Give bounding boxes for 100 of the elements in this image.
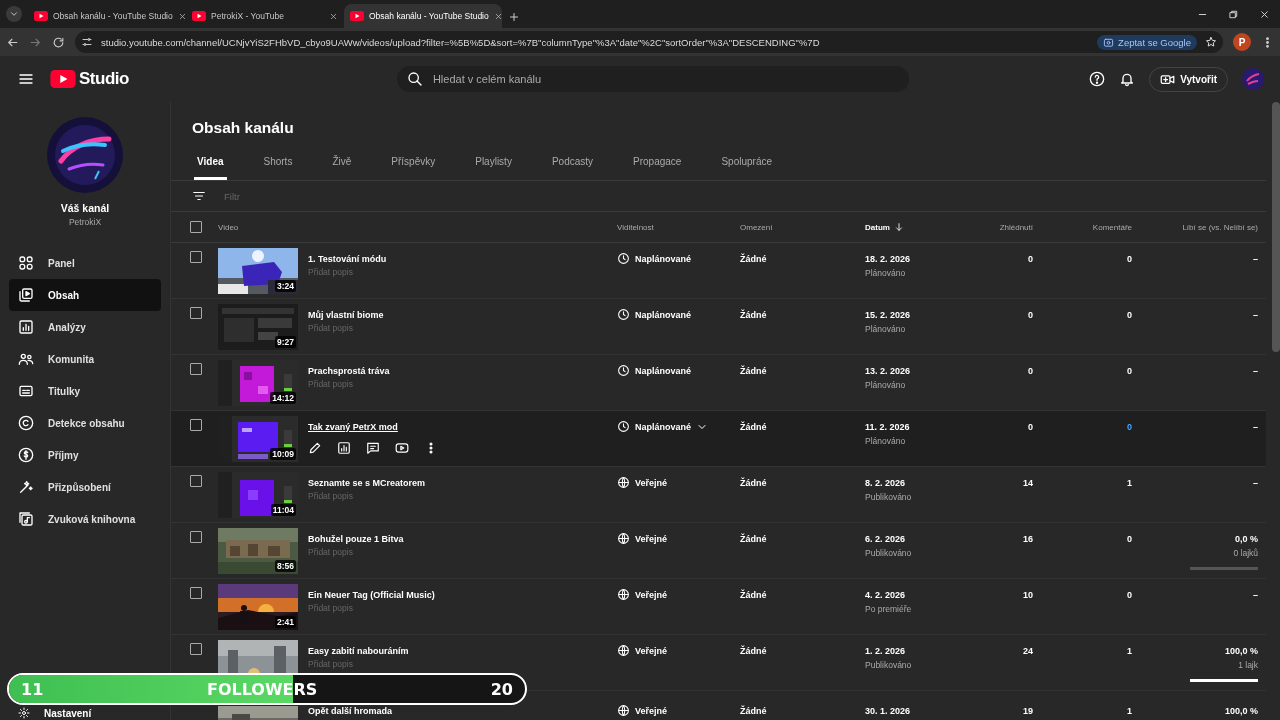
visibility-status[interactable]: Naplánované xyxy=(635,365,692,376)
view-count: 0 xyxy=(1028,365,1033,377)
checkbox[interactable] xyxy=(190,587,202,599)
checkbox[interactable] xyxy=(190,643,202,655)
video-date: 13. 2. 2026 xyxy=(865,366,911,376)
search-field[interactable]: Hledat v celém kanálu xyxy=(396,66,909,92)
visibility-status[interactable]: Veřejné xyxy=(635,477,668,488)
checkbox[interactable] xyxy=(190,531,202,543)
restriction-status: Žádné xyxy=(740,704,768,717)
content-tab[interactable]: Propagace xyxy=(630,146,685,180)
column-header[interactable]: Zhlédnutí xyxy=(999,222,1033,232)
ask-google-button[interactable]: Zeptat se Google xyxy=(1097,34,1197,50)
globe-icon xyxy=(617,532,630,545)
channel-title: Váš kanál xyxy=(60,202,110,214)
account-avatar[interactable] xyxy=(1242,68,1264,90)
video-title[interactable]: 1. Testování módu xyxy=(308,253,387,265)
column-header[interactable]: Líbí se (vs. Nelíbí se) xyxy=(1182,222,1258,232)
checkbox[interactable] xyxy=(190,363,202,375)
browser-tab[interactable]: PetrokiX - YouTube xyxy=(186,4,344,28)
notifications-icon[interactable] xyxy=(1119,71,1136,87)
youtube-logo-icon xyxy=(50,70,76,88)
visibility-status[interactable]: Naplánované xyxy=(635,421,692,432)
restriction-status: Žádné xyxy=(740,476,768,489)
content-tab[interactable]: Videa xyxy=(194,146,227,180)
content-tab[interactable]: Spolupráce xyxy=(718,146,775,180)
youtube-icon xyxy=(192,11,206,21)
like-ratio: – xyxy=(1253,421,1258,433)
video-title[interactable]: Prachsprostá tráva xyxy=(308,365,390,377)
checkbox[interactable] xyxy=(190,419,202,431)
analytics-icon[interactable] xyxy=(337,441,351,455)
video-title[interactable]: Opět další hromada xyxy=(308,705,393,717)
content-tab[interactable]: Živě xyxy=(329,146,355,180)
column-header[interactable]: Video xyxy=(218,222,617,232)
create-button[interactable]: Vytvořit xyxy=(1149,66,1228,92)
video-date: 4. 2. 2026 xyxy=(865,590,906,600)
video-duration: 10:09 xyxy=(270,448,296,460)
close-icon[interactable] xyxy=(493,11,503,21)
video-title[interactable]: Seznamte se s MCreatorem xyxy=(308,477,426,489)
tab-search-button[interactable] xyxy=(6,6,22,22)
close-icon[interactable] xyxy=(177,11,187,21)
column-header[interactable]: Datum xyxy=(865,222,975,232)
publish-status: Publikováno xyxy=(865,491,913,503)
video-title[interactable]: Easy zabití nabouráním xyxy=(308,645,409,657)
comment-icon[interactable] xyxy=(366,441,380,455)
like-count: 1 lajk xyxy=(1238,659,1258,671)
visibility-status[interactable]: Veřejné xyxy=(635,645,668,656)
new-tab-icon[interactable] xyxy=(508,11,520,23)
scrollbar-thumb[interactable] xyxy=(1272,102,1280,352)
restriction-status: Žádné xyxy=(740,252,768,265)
search-icon xyxy=(406,71,423,87)
visibility-status[interactable]: Veřejné xyxy=(635,533,668,544)
browser-tab[interactable]: Obsah kanálu - YouTube Studio xyxy=(344,4,502,28)
help-icon[interactable] xyxy=(1089,71,1106,87)
column-header[interactable]: Komentáře xyxy=(1092,222,1132,232)
column-header[interactable]: Omezení xyxy=(740,222,865,232)
video-date: 8. 2. 2026 xyxy=(865,478,906,488)
table-row[interactable]: 10:09 Tak zvaný PetrX mod Naplánované Žádné 11. 2. 2026 Plánováno 0 0 – xyxy=(171,411,1266,467)
video-title[interactable]: Bohužel pouze 1 Bitva xyxy=(308,533,404,545)
content-tab[interactable]: Podcasty xyxy=(548,146,597,180)
video-title[interactable]: Ein Neuer Tag (Official Music) xyxy=(308,589,435,601)
music-library-icon xyxy=(18,511,34,527)
dashboard-icon xyxy=(18,255,34,271)
view-count: 14 xyxy=(1023,477,1033,489)
menu-icon[interactable] xyxy=(18,71,34,87)
video-title[interactable]: Tak zvaný PetrX mod xyxy=(308,421,398,433)
filter-icon[interactable] xyxy=(192,189,206,203)
pencil-icon[interactable] xyxy=(308,441,322,455)
visibility-status[interactable]: Naplánované xyxy=(635,309,692,320)
checkbox[interactable] xyxy=(190,221,202,233)
sidebar-item[interactable]: Nastavení xyxy=(0,706,170,720)
publish-status: Plánováno xyxy=(865,323,907,335)
channel-avatar[interactable] xyxy=(47,117,123,193)
visibility-status[interactable]: Veřejné xyxy=(635,589,668,600)
comment-count[interactable]: 0 xyxy=(1127,411,1132,433)
clock-icon xyxy=(617,364,630,377)
view-count: 16 xyxy=(1023,533,1033,545)
checkbox[interactable] xyxy=(190,251,202,263)
browser-tab[interactable]: Obsah kanálu - YouTube Studio xyxy=(28,4,186,28)
visibility-status[interactable]: Veřejné xyxy=(635,705,668,716)
checkbox[interactable] xyxy=(190,475,202,487)
visibility-status[interactable]: Naplánované xyxy=(635,253,692,264)
content-tab[interactable]: Shorts xyxy=(260,146,296,180)
sidebar-item[interactable]: Obsah xyxy=(9,279,161,311)
reload-icon[interactable] xyxy=(52,35,65,49)
profile-avatar[interactable]: P xyxy=(1233,33,1251,51)
comment-count: 0 xyxy=(1127,365,1132,377)
bookmark-star-icon[interactable] xyxy=(1205,36,1217,48)
content-tab[interactable]: Playlisty xyxy=(472,146,515,180)
checkbox[interactable] xyxy=(190,307,202,319)
like-ratio: 100,0 % xyxy=(1224,645,1258,657)
restriction-status: Žádné xyxy=(740,308,768,321)
address-bar[interactable]: studio.youtube.com/channel/UCNjvYiS2FHbVD_cbyo9UAWw/videos/upload?filter=%5B%5D&sort=%7B"columnType"%3A"date"%2C"sortOrder"%3A"DESCENDING"%7D Zeptat se Google xyxy=(75,31,1223,53)
site-settings-icon[interactable] xyxy=(81,36,93,48)
restore-icon[interactable] xyxy=(1228,8,1239,20)
video-title[interactable]: Můj vlastní biome xyxy=(308,309,384,321)
youtube-icon[interactable] xyxy=(395,441,409,455)
close-icon[interactable] xyxy=(1259,8,1270,20)
content-tab[interactable]: Příspěvky xyxy=(388,146,439,180)
close-icon[interactable] xyxy=(329,11,338,21)
column-header[interactable]: Viditelnost xyxy=(617,222,740,232)
